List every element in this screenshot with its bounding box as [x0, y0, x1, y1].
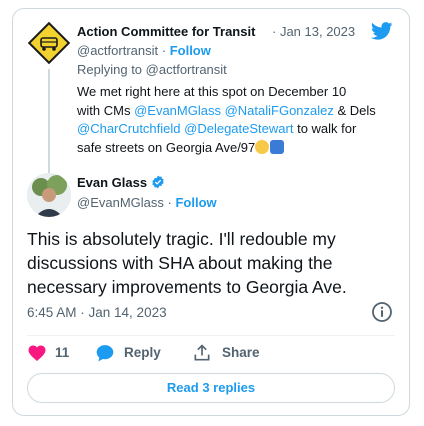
main-handle-row: @EvanMGlass · Follow — [77, 195, 217, 210]
twitter-bird-icon[interactable] — [370, 22, 393, 40]
quoted-text-line: @CharCrutchfield @DelegateStewart to wal… — [77, 120, 407, 139]
info-icon[interactable] — [371, 301, 393, 323]
verified-badge-icon — [152, 175, 164, 189]
divider — [27, 335, 395, 336]
main-text-line: necessary improvements to Georgia Ave. — [27, 277, 347, 297]
mention-charcrutchfield[interactable]: @CharCrutchfield — [77, 121, 181, 136]
quoted-date[interactable]: · Jan 13, 2023 — [272, 24, 355, 39]
quoted-text-line: safe streets on Georgia Ave/97 — [77, 139, 407, 158]
quoted-author-name[interactable]: Action Committee for Transit — [77, 24, 255, 39]
reply-label: Reply — [124, 345, 161, 360]
thread-connector — [48, 69, 50, 173]
main-tweet-text: This is absolutely tragic. I'll redouble… — [27, 227, 407, 299]
quoted-handle-row: @actfortransit · Follow — [77, 43, 211, 58]
replying-to-line: Replying to @actfortransit — [77, 62, 227, 77]
share-label: Share — [222, 345, 260, 360]
replying-to-label: Replying to — [77, 62, 143, 77]
main-author-row: Evan Glass — [77, 175, 165, 190]
mention-natalifgonzalez[interactable]: @NataliFGonzalez — [225, 103, 334, 118]
tweet-timestamp[interactable]: 6:45 AM · Jan 14, 2023 — [27, 305, 167, 320]
quoted-text-line: with CMs @EvanMGlass @NataliFGonzalez & … — [77, 102, 407, 121]
like-count: 11 — [55, 345, 70, 360]
keycap-5-emoji — [270, 139, 285, 154]
main-author-name[interactable]: Evan Glass — [77, 175, 147, 190]
quoted-text-fragment: safe streets on Georgia Ave/97 — [77, 139, 256, 155]
quoted-text-line: We met right here at this spot on Decemb… — [77, 84, 347, 99]
main-handle[interactable]: @EvanMGlass — [77, 195, 164, 210]
replying-to-handle[interactable]: @actfortransit — [146, 62, 227, 77]
share-icon — [194, 344, 210, 361]
quoted-tweet-text: We met right here at this spot on Decemb… — [77, 83, 407, 157]
quoted-follow-link[interactable]: Follow — [170, 43, 211, 58]
reply-bubble-icon — [96, 345, 114, 362]
quoted-text-fragment: to walk for — [297, 121, 357, 136]
quoted-handle[interactable]: @actfortransit — [77, 43, 158, 58]
quoted-text-fragment: with CMs — [77, 102, 131, 118]
main-text-line: discussions with SHA about making the — [27, 253, 333, 273]
mention-evanmglass[interactable]: @EvanMGlass — [134, 103, 221, 118]
action-bar: 11 Reply Share — [27, 341, 395, 365]
actfortransit-avatar[interactable] — [27, 21, 71, 65]
heart-icon — [28, 345, 46, 361]
quoted-text-fragment: & Dels — [337, 102, 376, 118]
main-text-line: This is absolutely tragic. I'll redouble… — [27, 229, 336, 249]
evan-glass-avatar[interactable] — [27, 173, 71, 217]
worried-face-emoji — [255, 139, 270, 154]
tweet-embed-card: Action Committee for Transit · Jan 13, 2… — [12, 8, 410, 416]
read-replies-button[interactable]: Read 3 replies — [27, 373, 395, 403]
mention-delegatestewart[interactable]: @DelegateStewart — [184, 121, 293, 136]
main-follow-link[interactable]: Follow — [175, 195, 216, 210]
